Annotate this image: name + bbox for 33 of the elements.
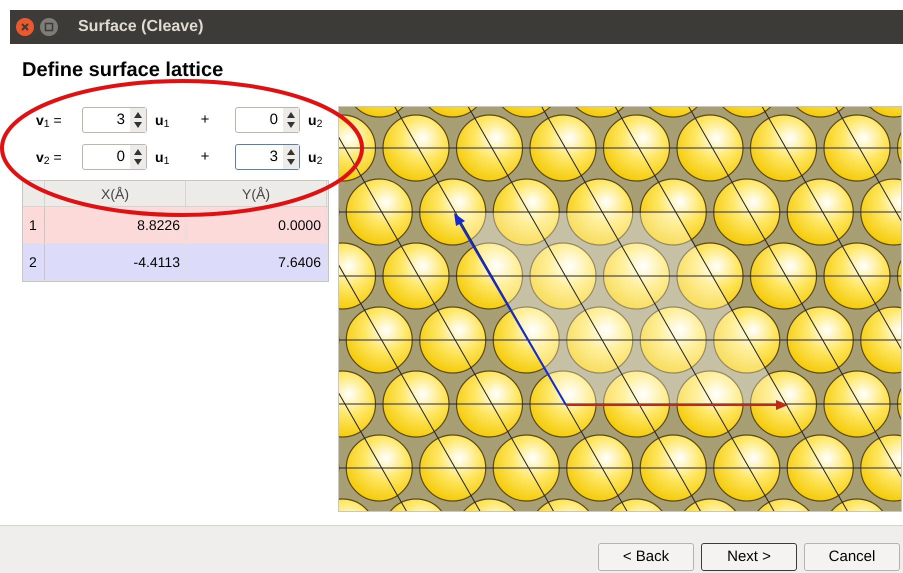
page-heading: Define surface lattice	[22, 58, 224, 83]
maximize-icon[interactable]	[40, 18, 58, 36]
table-row[interactable]: 2 -4.4113 7.6406	[23, 244, 328, 281]
spin-box[interactable]: 0	[235, 107, 300, 133]
dialog-button[interactable]: Next >	[701, 543, 797, 571]
spin-arrows-icon[interactable]	[283, 108, 299, 132]
spin-arrows-icon[interactable]	[130, 145, 146, 169]
vector-label: v$_{1}$ =	[36, 110, 63, 130]
dialog-button[interactable]: < Back	[598, 543, 694, 571]
plus-sign: +	[200, 110, 210, 130]
unit-label: u$_{2}$	[308, 148, 324, 168]
unit-label: u$_{2}$	[308, 110, 324, 130]
vector-label: v$_{2}$ =	[36, 148, 63, 168]
spin-arrows-icon[interactable]	[130, 108, 146, 132]
spin-box[interactable]: 3	[82, 107, 147, 133]
spin-box[interactable]: 3	[235, 144, 300, 170]
table-row[interactable]: 1 8.8226 0.0000	[23, 207, 328, 244]
unit-label: u$_{1}$	[155, 148, 170, 168]
plus-sign: +	[200, 146, 210, 167]
window-title: Surface (Cleave)	[78, 17, 204, 37]
table-cell: 7.6406	[186, 244, 327, 280]
row-number: 2	[23, 244, 45, 280]
dialog-button[interactable]: Cancel	[804, 543, 900, 571]
column-header[interactable]: Y(Å)	[186, 181, 327, 206]
spin-box[interactable]: 0	[82, 144, 147, 170]
spin-arrows-icon[interactable]	[283, 145, 299, 169]
column-header[interactable]: X(Å)	[45, 181, 186, 206]
table-cell: -4.4113	[45, 244, 186, 280]
table-cell: 0.0000	[186, 207, 327, 243]
table-cell: 8.8226	[45, 207, 186, 243]
row-number: 1	[23, 207, 45, 243]
close-icon[interactable]	[16, 18, 34, 36]
unit-label: u$_{1}$	[155, 110, 170, 130]
